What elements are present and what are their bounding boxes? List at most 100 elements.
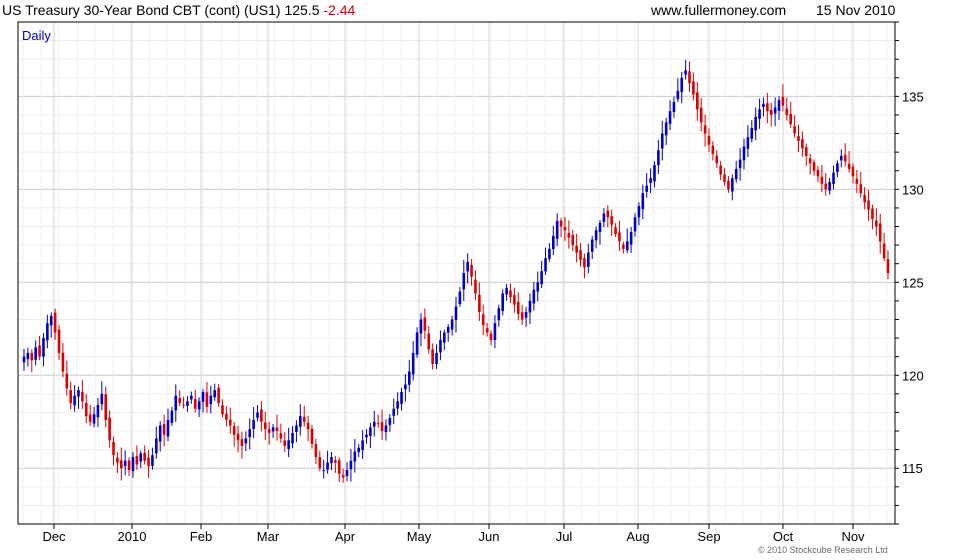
x-tick-label: Apr (335, 529, 356, 544)
candle-body (65, 373, 69, 389)
candle-body (252, 419, 255, 429)
y-tick-label: 125 (902, 275, 924, 290)
candle-body (509, 290, 512, 298)
candle-body (96, 405, 100, 418)
candle-body (622, 244, 625, 249)
candle-body (46, 323, 49, 341)
x-tick-label: Nov (841, 529, 865, 544)
candle-body (34, 347, 37, 360)
candle-body (470, 264, 473, 277)
y-tick-label: 120 (902, 368, 924, 383)
candle-body (851, 166, 855, 177)
candle-body (466, 261, 469, 272)
candle-body (750, 127, 754, 139)
candle-body (633, 217, 637, 232)
x-tick-label: Dec (42, 529, 66, 544)
candle-body (746, 137, 750, 149)
x-tick-label: Jun (479, 529, 500, 544)
candle-body (719, 165, 722, 175)
candle-body (676, 90, 680, 100)
candle-body (225, 413, 228, 420)
x-tick-label: 2010 (118, 529, 147, 544)
candle-body (536, 282, 540, 292)
candle-body (520, 312, 524, 320)
candle-body (158, 425, 162, 442)
candle-body (738, 159, 742, 169)
candle-body (155, 438, 158, 454)
candle-body (699, 107, 703, 123)
candle-body (684, 70, 687, 75)
x-tick-label: May (407, 529, 432, 544)
candle-body (859, 184, 863, 194)
interval-label: Daily (22, 28, 51, 43)
candle-body (606, 210, 610, 218)
candle-body (283, 440, 287, 446)
candle-body (108, 417, 111, 441)
candle-body (170, 410, 174, 423)
candle-body (723, 174, 726, 182)
candle-body (777, 100, 781, 111)
candle-body (836, 163, 839, 173)
candle-body (53, 312, 57, 333)
candle-body (443, 332, 446, 343)
candle-body (22, 356, 26, 363)
candle-body (244, 438, 248, 444)
candle-body (797, 136, 800, 141)
candle-body (540, 271, 543, 285)
candle-body (404, 384, 407, 390)
candle-body (314, 444, 318, 458)
candle-body (73, 395, 76, 406)
candle-body (81, 391, 84, 402)
candle-body (439, 339, 442, 353)
candle-body (372, 421, 376, 427)
candle-body (649, 178, 652, 184)
candle-body (614, 227, 617, 234)
candle-body (637, 206, 641, 218)
candle-body (493, 323, 497, 340)
candle-body (147, 457, 150, 467)
candle-body (139, 453, 143, 462)
candle-body (38, 345, 41, 357)
candle-body (808, 158, 812, 164)
candle-body (731, 178, 734, 192)
candle-body (337, 460, 341, 474)
candle-body (672, 101, 676, 112)
candle-body (112, 441, 115, 456)
candle-body (847, 163, 851, 169)
candle-body (575, 245, 578, 253)
candle-body (423, 317, 427, 331)
candle-body (454, 306, 458, 320)
candle-body (707, 136, 711, 145)
candle-body (766, 103, 769, 112)
candle-body (555, 220, 559, 239)
candle-body (26, 352, 30, 360)
candle-body (501, 293, 505, 312)
candle-body (812, 162, 816, 171)
candle-body (123, 460, 127, 466)
candle-body (100, 393, 104, 405)
candle-body (886, 259, 890, 273)
x-axis: Dec 2010 Feb Mar Apr May Jun Jul Aug Sep Oct Nov (42, 524, 865, 544)
candle-body (330, 457, 333, 464)
price-chart: Daily Dec 2010 Feb Mar Apr May Jun Jul Aug Sep Oct… (17, 21, 924, 544)
candle-body (380, 422, 384, 432)
candle-body (871, 208, 874, 220)
candle-body (528, 300, 532, 313)
x-tick-label: Sep (697, 529, 720, 544)
candle-body (551, 235, 555, 250)
candle-body (481, 314, 485, 326)
candle-body (392, 408, 396, 416)
candle-body (668, 111, 672, 124)
candle-body (260, 409, 263, 422)
candle-body (762, 103, 765, 107)
candle-body (571, 234, 575, 246)
candle-body (248, 429, 252, 438)
candle-body (295, 425, 298, 432)
candle-body (657, 150, 660, 166)
candle-body (166, 419, 170, 437)
candle-body (400, 391, 403, 404)
candle-body (116, 457, 119, 463)
x-tick-label: Jul (556, 529, 573, 544)
candle-body (287, 440, 290, 450)
candle-body (832, 172, 835, 184)
